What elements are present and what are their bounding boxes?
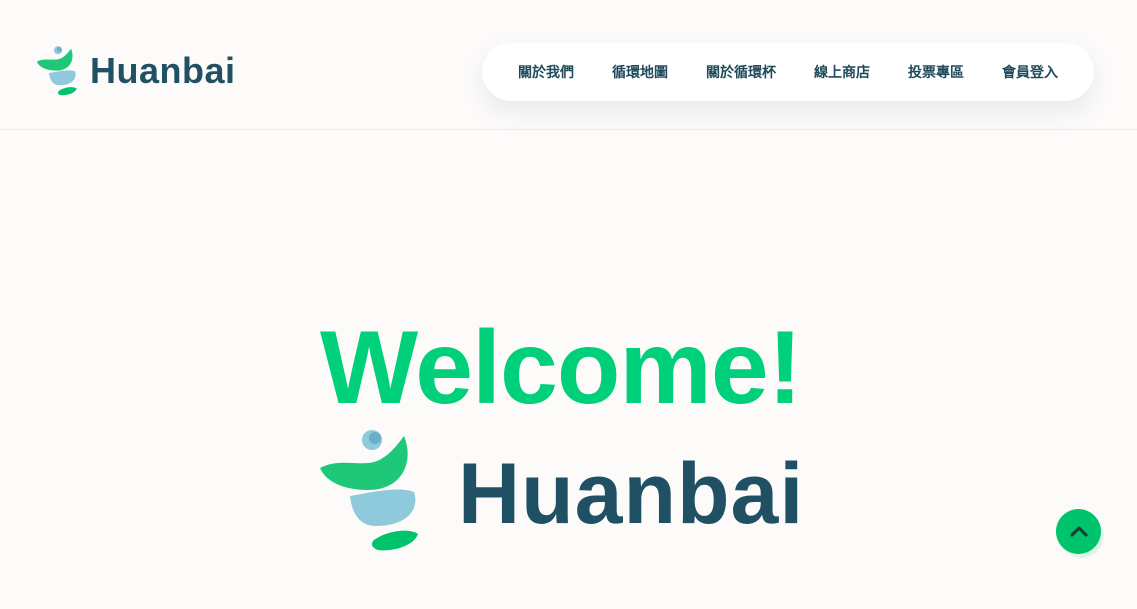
chevron-up-icon — [1069, 525, 1088, 537]
nav-item-voting[interactable]: 投票專區 — [889, 62, 983, 82]
nav-item-member-login[interactable]: 會員登入 — [983, 62, 1077, 82]
site-logo[interactable]: Huanbai — [36, 46, 236, 96]
site-header: Huanbai 關於我們 循環地圖 關於循環杯 線上商店 投票專區 會員登入 — [0, 0, 1137, 130]
main-nav: 關於我們 循環地圖 關於循環杯 線上商店 投票專區 會員登入 — [482, 43, 1094, 101]
hero-headline: Welcome! — [320, 310, 802, 426]
huanbai-logo-icon — [36, 46, 77, 96]
nav-item-online-store[interactable]: 線上商店 — [795, 62, 889, 82]
logo-wordmark: Huanbai — [90, 50, 236, 91]
nav-item-about-cups[interactable]: 關於循環杯 — [687, 62, 795, 82]
nav-item-circular-map[interactable]: 循環地圖 — [593, 62, 687, 82]
hero-logo: Huanbai — [318, 430, 804, 552]
hero-wordmark: Huanbai — [458, 446, 805, 542]
nav-item-about-us[interactable]: 關於我們 — [499, 62, 593, 82]
hero-section: Welcome! Huanbai — [0, 131, 1137, 609]
back-to-top-button[interactable] — [1056, 509, 1101, 554]
huanbai-logo-icon — [320, 430, 418, 551]
